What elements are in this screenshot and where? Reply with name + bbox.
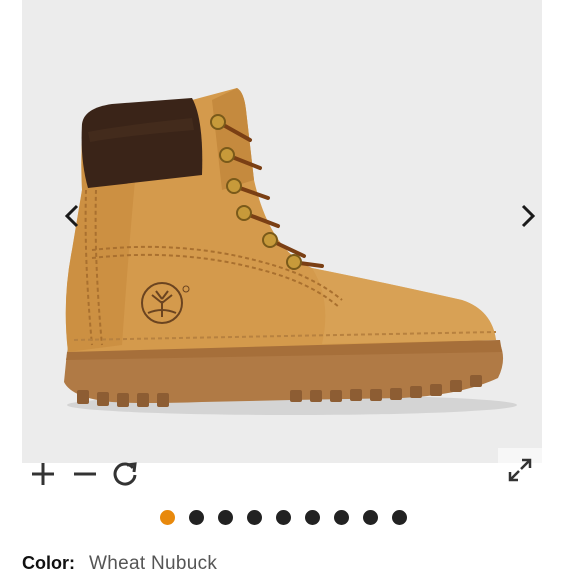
expand-icon	[508, 458, 532, 482]
color-value: Wheat Nubuck	[89, 553, 218, 574]
reset-zoom-button[interactable]	[108, 458, 142, 490]
pagination-dot[interactable]	[217, 509, 233, 525]
pagination-dot[interactable]	[333, 509, 349, 525]
next-image-button[interactable]	[514, 200, 542, 232]
color-label: Color:	[22, 553, 75, 573]
product-image[interactable]	[22, 0, 542, 463]
pagination-dot[interactable]	[188, 509, 204, 525]
zoom-in-button[interactable]	[26, 458, 60, 490]
pagination-dot[interactable]	[275, 509, 291, 525]
minus-icon	[74, 472, 96, 476]
previous-image-button[interactable]	[58, 200, 86, 232]
pagination-dot[interactable]	[362, 509, 378, 525]
pagination-dot[interactable]	[159, 509, 175, 525]
plus-icon	[32, 463, 54, 485]
image-pagination	[0, 508, 580, 526]
chevron-left-icon	[64, 204, 79, 228]
pagination-dot[interactable]	[304, 509, 320, 525]
refresh-icon	[113, 462, 137, 486]
chevron-right-icon	[521, 204, 536, 228]
product-image-gallery[interactable]	[22, 0, 542, 463]
color-selection: Color: Wheat Nubuck	[22, 553, 217, 577]
pagination-dot[interactable]	[391, 509, 407, 525]
fullscreen-button[interactable]	[498, 448, 542, 492]
zoom-out-button[interactable]	[68, 458, 102, 490]
pagination-dot[interactable]	[246, 509, 262, 525]
